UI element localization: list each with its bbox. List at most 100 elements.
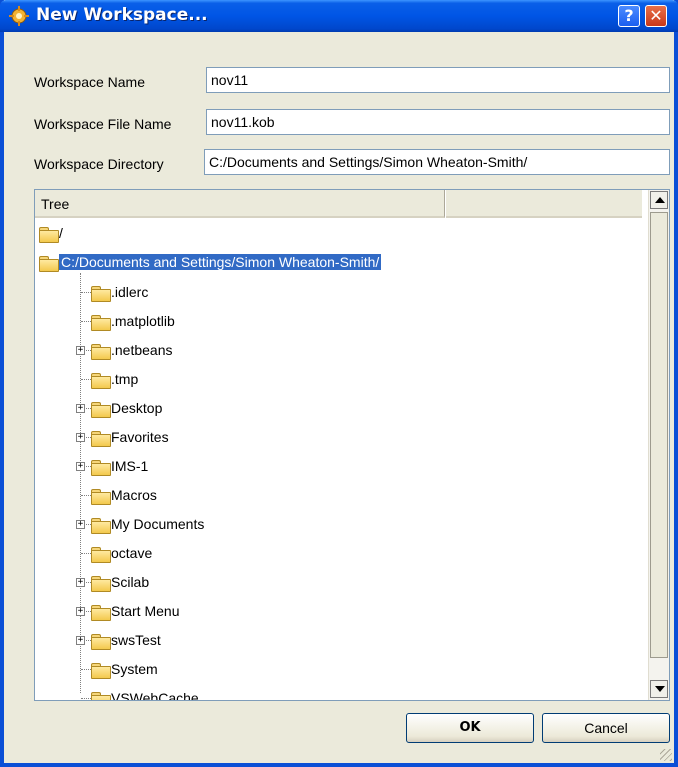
- new-workspace-dialog: New Workspace... ? ✕ Workspace Name nov1…: [0, 0, 678, 767]
- folder-icon: [39, 227, 59, 244]
- folder-icon: [91, 576, 111, 593]
- workspace-file-name-input[interactable]: nov11.kob: [206, 109, 670, 135]
- workspace-file-name-label: Workspace File Name: [34, 116, 172, 132]
- tree-connector-line: [81, 292, 91, 293]
- tree-node[interactable]: + Start Menu: [35, 600, 435, 622]
- workspace-name-input[interactable]: nov11: [206, 67, 670, 93]
- tree-node-content: .matplotlib: [91, 310, 175, 332]
- folder-icon: [91, 286, 111, 303]
- folder-icon: [91, 315, 111, 332]
- tree-connector-line: [81, 553, 91, 554]
- tree-node-label: Scilab: [111, 574, 150, 590]
- tree-node-label: System: [111, 661, 158, 677]
- folder-icon: [91, 489, 111, 506]
- tree-node-label: .idlerc: [111, 284, 149, 300]
- tree-node-label: .tmp: [111, 371, 139, 387]
- folder-icon: [91, 663, 111, 680]
- tree-node-label: octave: [111, 545, 153, 561]
- tree-node[interactable]: .tmp: [35, 368, 435, 390]
- folder-icon: [91, 344, 111, 361]
- tree-node-label: Desktop: [111, 400, 163, 416]
- tree-node-content: Macros: [91, 484, 157, 506]
- tree-node-content: .tmp: [91, 368, 138, 390]
- expand-icon[interactable]: +: [76, 520, 85, 529]
- tree-node-content: My Documents: [91, 513, 204, 535]
- tree-node-content: IMS-1: [91, 455, 148, 477]
- title-bar[interactable]: New Workspace... ? ✕: [0, 0, 678, 32]
- tree-node-content: Scilab: [91, 571, 149, 593]
- tree-connector-line: [81, 698, 91, 699]
- folder-icon: [91, 402, 111, 419]
- tree-node-label: VSWebCache: [111, 690, 199, 701]
- folder-icon: [91, 518, 111, 535]
- folder-icon: [91, 605, 111, 622]
- tree-node-label: Favorites: [111, 429, 169, 445]
- close-button[interactable]: ✕: [645, 5, 667, 27]
- cancel-button[interactable]: Cancel: [542, 713, 670, 743]
- help-button[interactable]: ?: [618, 5, 640, 27]
- folder-icon: [91, 692, 111, 700]
- tree-node[interactable]: Macros: [35, 484, 435, 506]
- tree-connector-line: [81, 321, 91, 322]
- tree-column-header[interactable]: Tree: [35, 190, 445, 218]
- workspace-directory-input[interactable]: C:/Documents and Settings/Simon Wheaton-…: [204, 149, 670, 175]
- tree-node[interactable]: VSWebCache: [35, 687, 435, 701]
- tree-node-label: .netbeans: [111, 342, 173, 358]
- tree-node[interactable]: + swsTest: [35, 629, 435, 651]
- scroll-up-button[interactable]: [650, 191, 668, 209]
- directory-tree[interactable]: Tree / C:/Documents and Settings/Simon W…: [34, 189, 670, 701]
- vertical-scrollbar[interactable]: [648, 190, 669, 700]
- workspace-directory-label: Workspace Directory: [34, 156, 164, 172]
- tree-node-label: My Documents: [111, 516, 205, 532]
- tree-node-content: .idlerc: [91, 281, 148, 303]
- resize-grip[interactable]: [660, 749, 672, 761]
- app-gear-icon: [9, 6, 29, 26]
- tree-node-label: C:/Documents and Settings/Simon Wheaton-…: [59, 254, 382, 270]
- workspace-name-label: Workspace Name: [34, 74, 146, 90]
- tree-node-content: System: [91, 658, 158, 680]
- tree-node-label: .matplotlib: [111, 313, 175, 329]
- tree-node[interactable]: octave: [35, 542, 435, 564]
- tree-node[interactable]: + IMS-1: [35, 455, 435, 477]
- tree-node[interactable]: + Scilab: [35, 571, 435, 593]
- tree-node[interactable]: System: [35, 658, 435, 680]
- tree-node[interactable]: + Desktop: [35, 397, 435, 419]
- ok-button[interactable]: OK: [406, 713, 534, 743]
- tree-header-filler: [446, 190, 642, 218]
- arrow-up-icon: [655, 197, 665, 203]
- tree-node-content: swsTest: [91, 629, 161, 651]
- tree-node-label: swsTest: [111, 632, 161, 648]
- tree-node[interactable]: + My Documents: [35, 513, 435, 535]
- window-title: New Workspace...: [36, 5, 208, 25]
- tree-node[interactable]: + .netbeans: [35, 339, 435, 361]
- tree-node-selected[interactable]: C:/Documents and Settings/Simon Wheaton-…: [39, 251, 382, 273]
- tree-node-content: VSWebCache: [91, 687, 199, 701]
- expand-icon[interactable]: +: [76, 636, 85, 645]
- scroll-thumb[interactable]: [650, 212, 668, 658]
- tree-node-label: /: [59, 225, 63, 241]
- tree-connector-line: [81, 669, 91, 670]
- folder-icon: [91, 634, 111, 651]
- arrow-down-icon: [655, 686, 665, 692]
- tree-node-root[interactable]: /: [39, 222, 63, 244]
- expand-icon[interactable]: +: [76, 433, 85, 442]
- tree-node[interactable]: + Favorites: [35, 426, 435, 448]
- tree-node-content: Favorites: [91, 426, 169, 448]
- expand-icon[interactable]: +: [76, 404, 85, 413]
- expand-icon[interactable]: +: [76, 346, 85, 355]
- tree-node[interactable]: .matplotlib: [35, 310, 435, 332]
- tree-node-content: Start Menu: [91, 600, 179, 622]
- tree-node-label: IMS-1: [111, 458, 149, 474]
- tree-node-content: Desktop: [91, 397, 162, 419]
- folder-icon: [91, 373, 111, 390]
- open-folder-icon: [39, 256, 59, 273]
- expand-icon[interactable]: +: [76, 462, 85, 471]
- expand-icon[interactable]: +: [76, 578, 85, 587]
- tree-node[interactable]: .idlerc: [35, 281, 435, 303]
- expand-icon[interactable]: +: [76, 607, 85, 616]
- tree-node-label: Macros: [111, 487, 157, 503]
- tree-node-content: .netbeans: [91, 339, 173, 361]
- folder-icon: [91, 431, 111, 448]
- scroll-down-button[interactable]: [650, 680, 668, 698]
- folder-icon: [91, 547, 111, 564]
